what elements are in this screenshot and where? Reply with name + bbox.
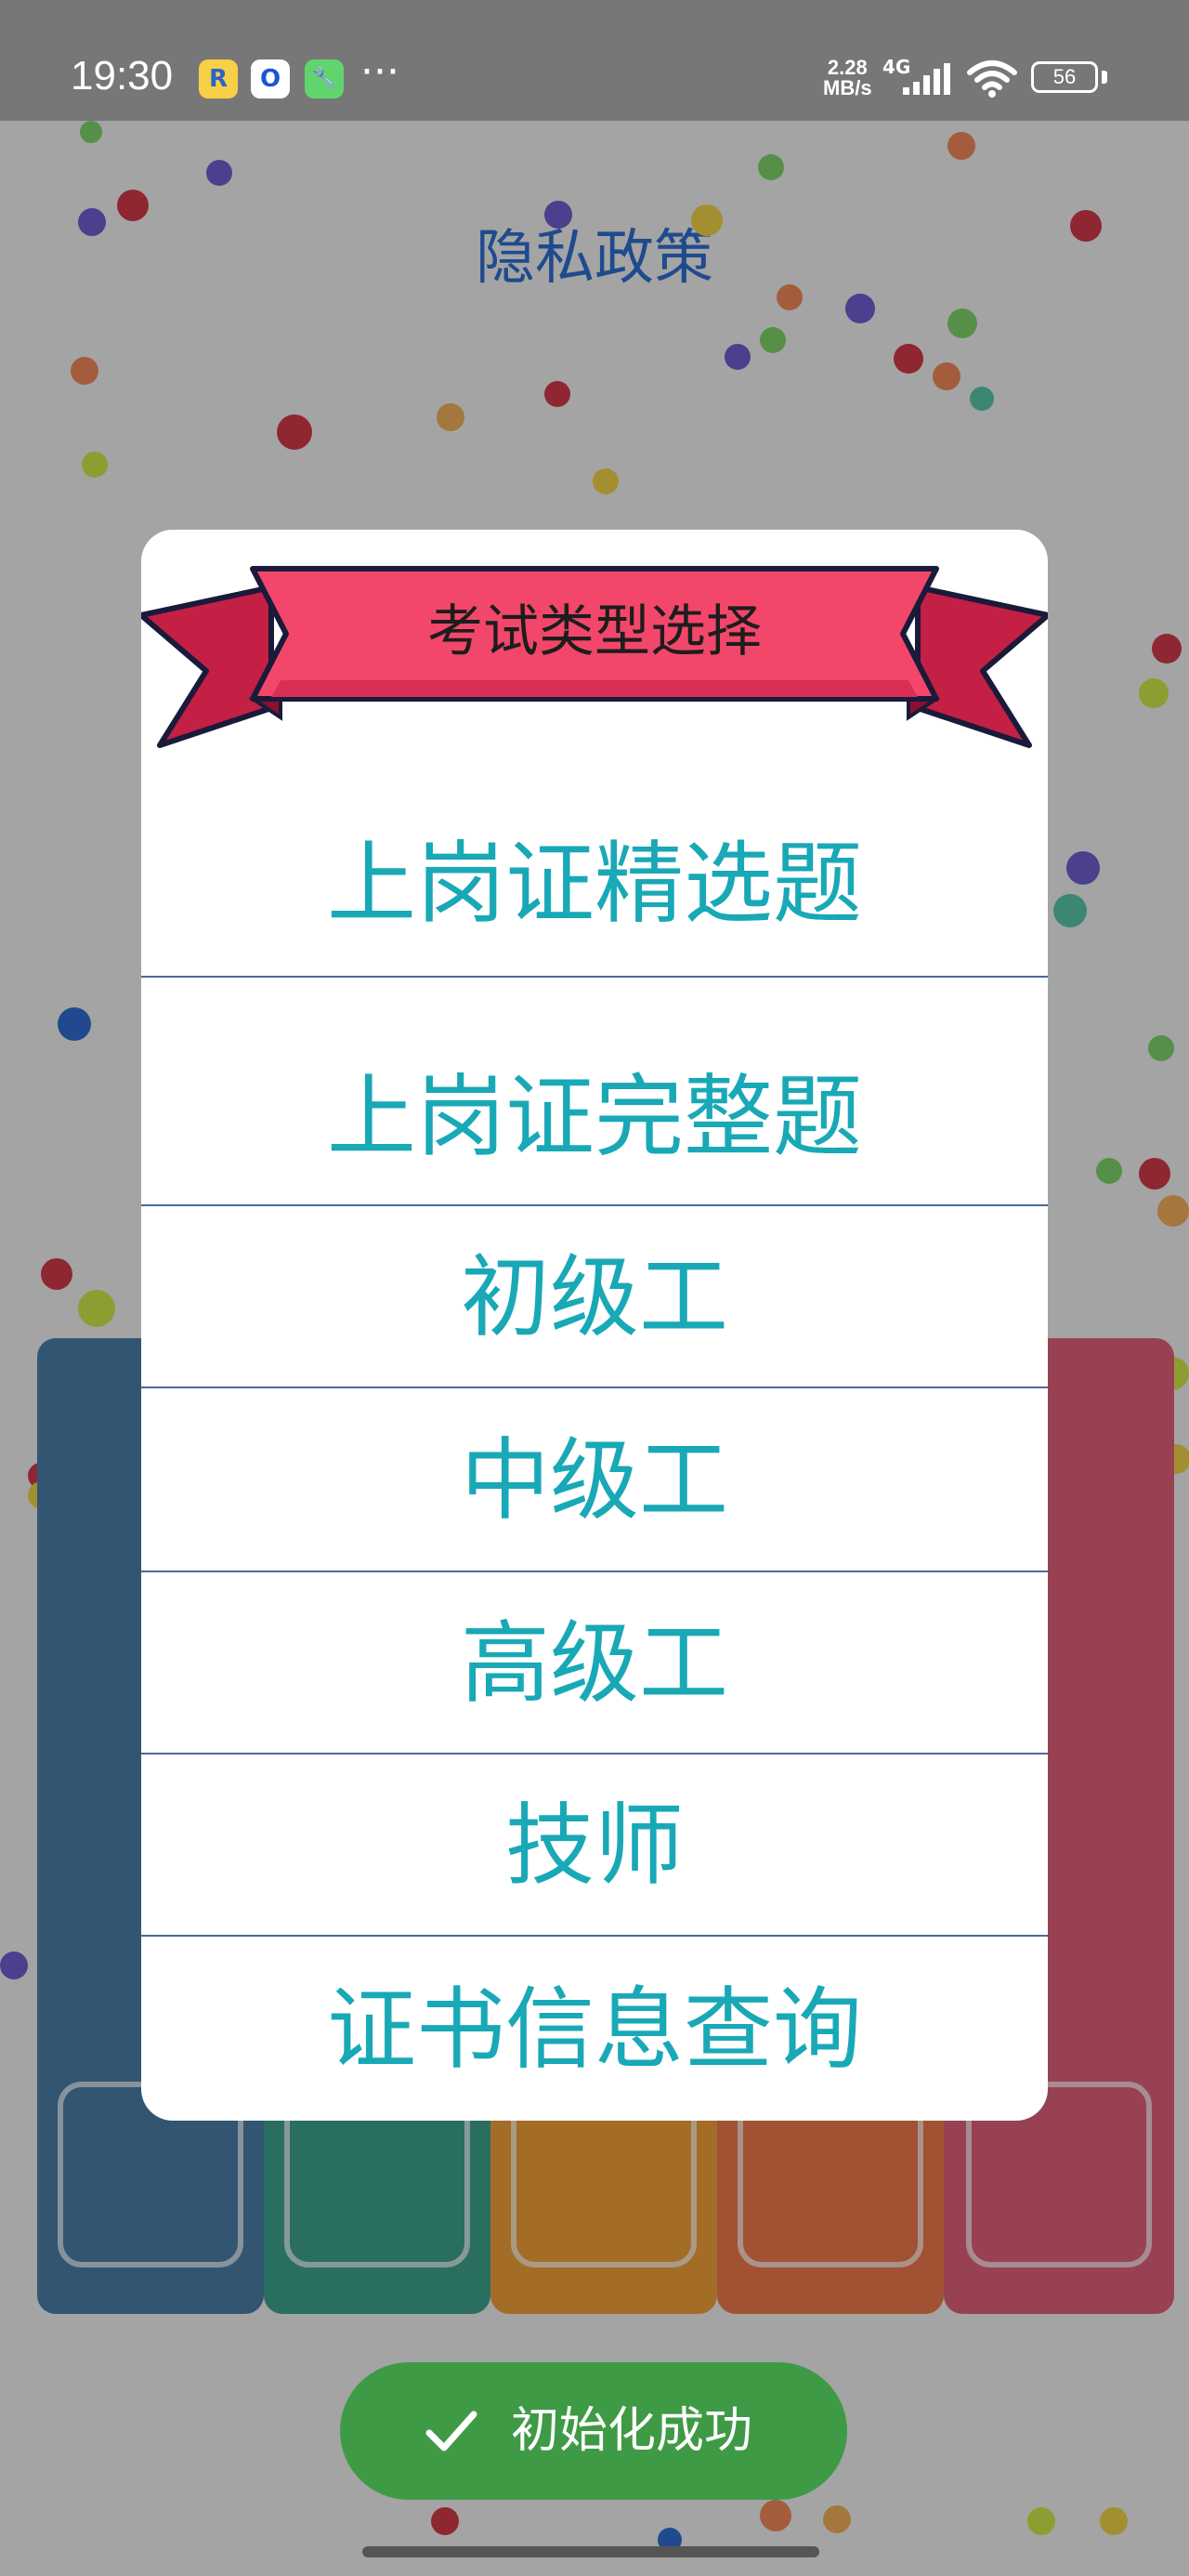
status-time: 19:30 <box>71 53 174 99</box>
cellular-signal-icon <box>903 63 950 95</box>
battery-level: 56 <box>1031 61 1098 93</box>
network-speed-unit: MB/s <box>823 76 872 99</box>
home-indicator[interactable] <box>362 2546 819 2557</box>
wrench-app-icon: 🔧 <box>305 59 344 99</box>
option-certificate-query[interactable]: 证书信息查询 <box>141 1937 1048 2119</box>
r-app-icon: R <box>199 59 238 99</box>
option-full-questions[interactable]: 上岗证完整题 <box>141 978 1048 1206</box>
option-junior-worker[interactable]: 初级工 <box>141 1206 1048 1388</box>
o-app-icon: O <box>251 59 290 99</box>
toast: 初始化成功 <box>340 2362 847 2500</box>
network-speed: 2.28 MB/s <box>823 58 872 99</box>
dialog-title: 考试类型选择 <box>427 599 762 664</box>
network-speed-value: 2.28 <box>827 56 868 79</box>
toast-message: 初始化成功 <box>511 2403 753 2459</box>
more-notifications-icon: ··· <box>360 48 399 96</box>
option-intermediate-worker[interactable]: 中级工 <box>141 1388 1048 1572</box>
option-senior-worker[interactable]: 高级工 <box>141 1572 1048 1755</box>
check-icon <box>425 2411 477 2451</box>
battery-icon: 56 <box>1031 61 1107 97</box>
option-technician[interactable]: 技师 <box>141 1755 1048 1937</box>
status-bar: 19:30 R O 🔧 ··· 2.28 MB/s 4G 56 <box>0 0 1189 121</box>
wifi-icon <box>967 60 1017 98</box>
option-selected-questions[interactable]: 上岗证精选题 <box>141 808 1048 978</box>
battery-tip <box>1102 71 1107 84</box>
